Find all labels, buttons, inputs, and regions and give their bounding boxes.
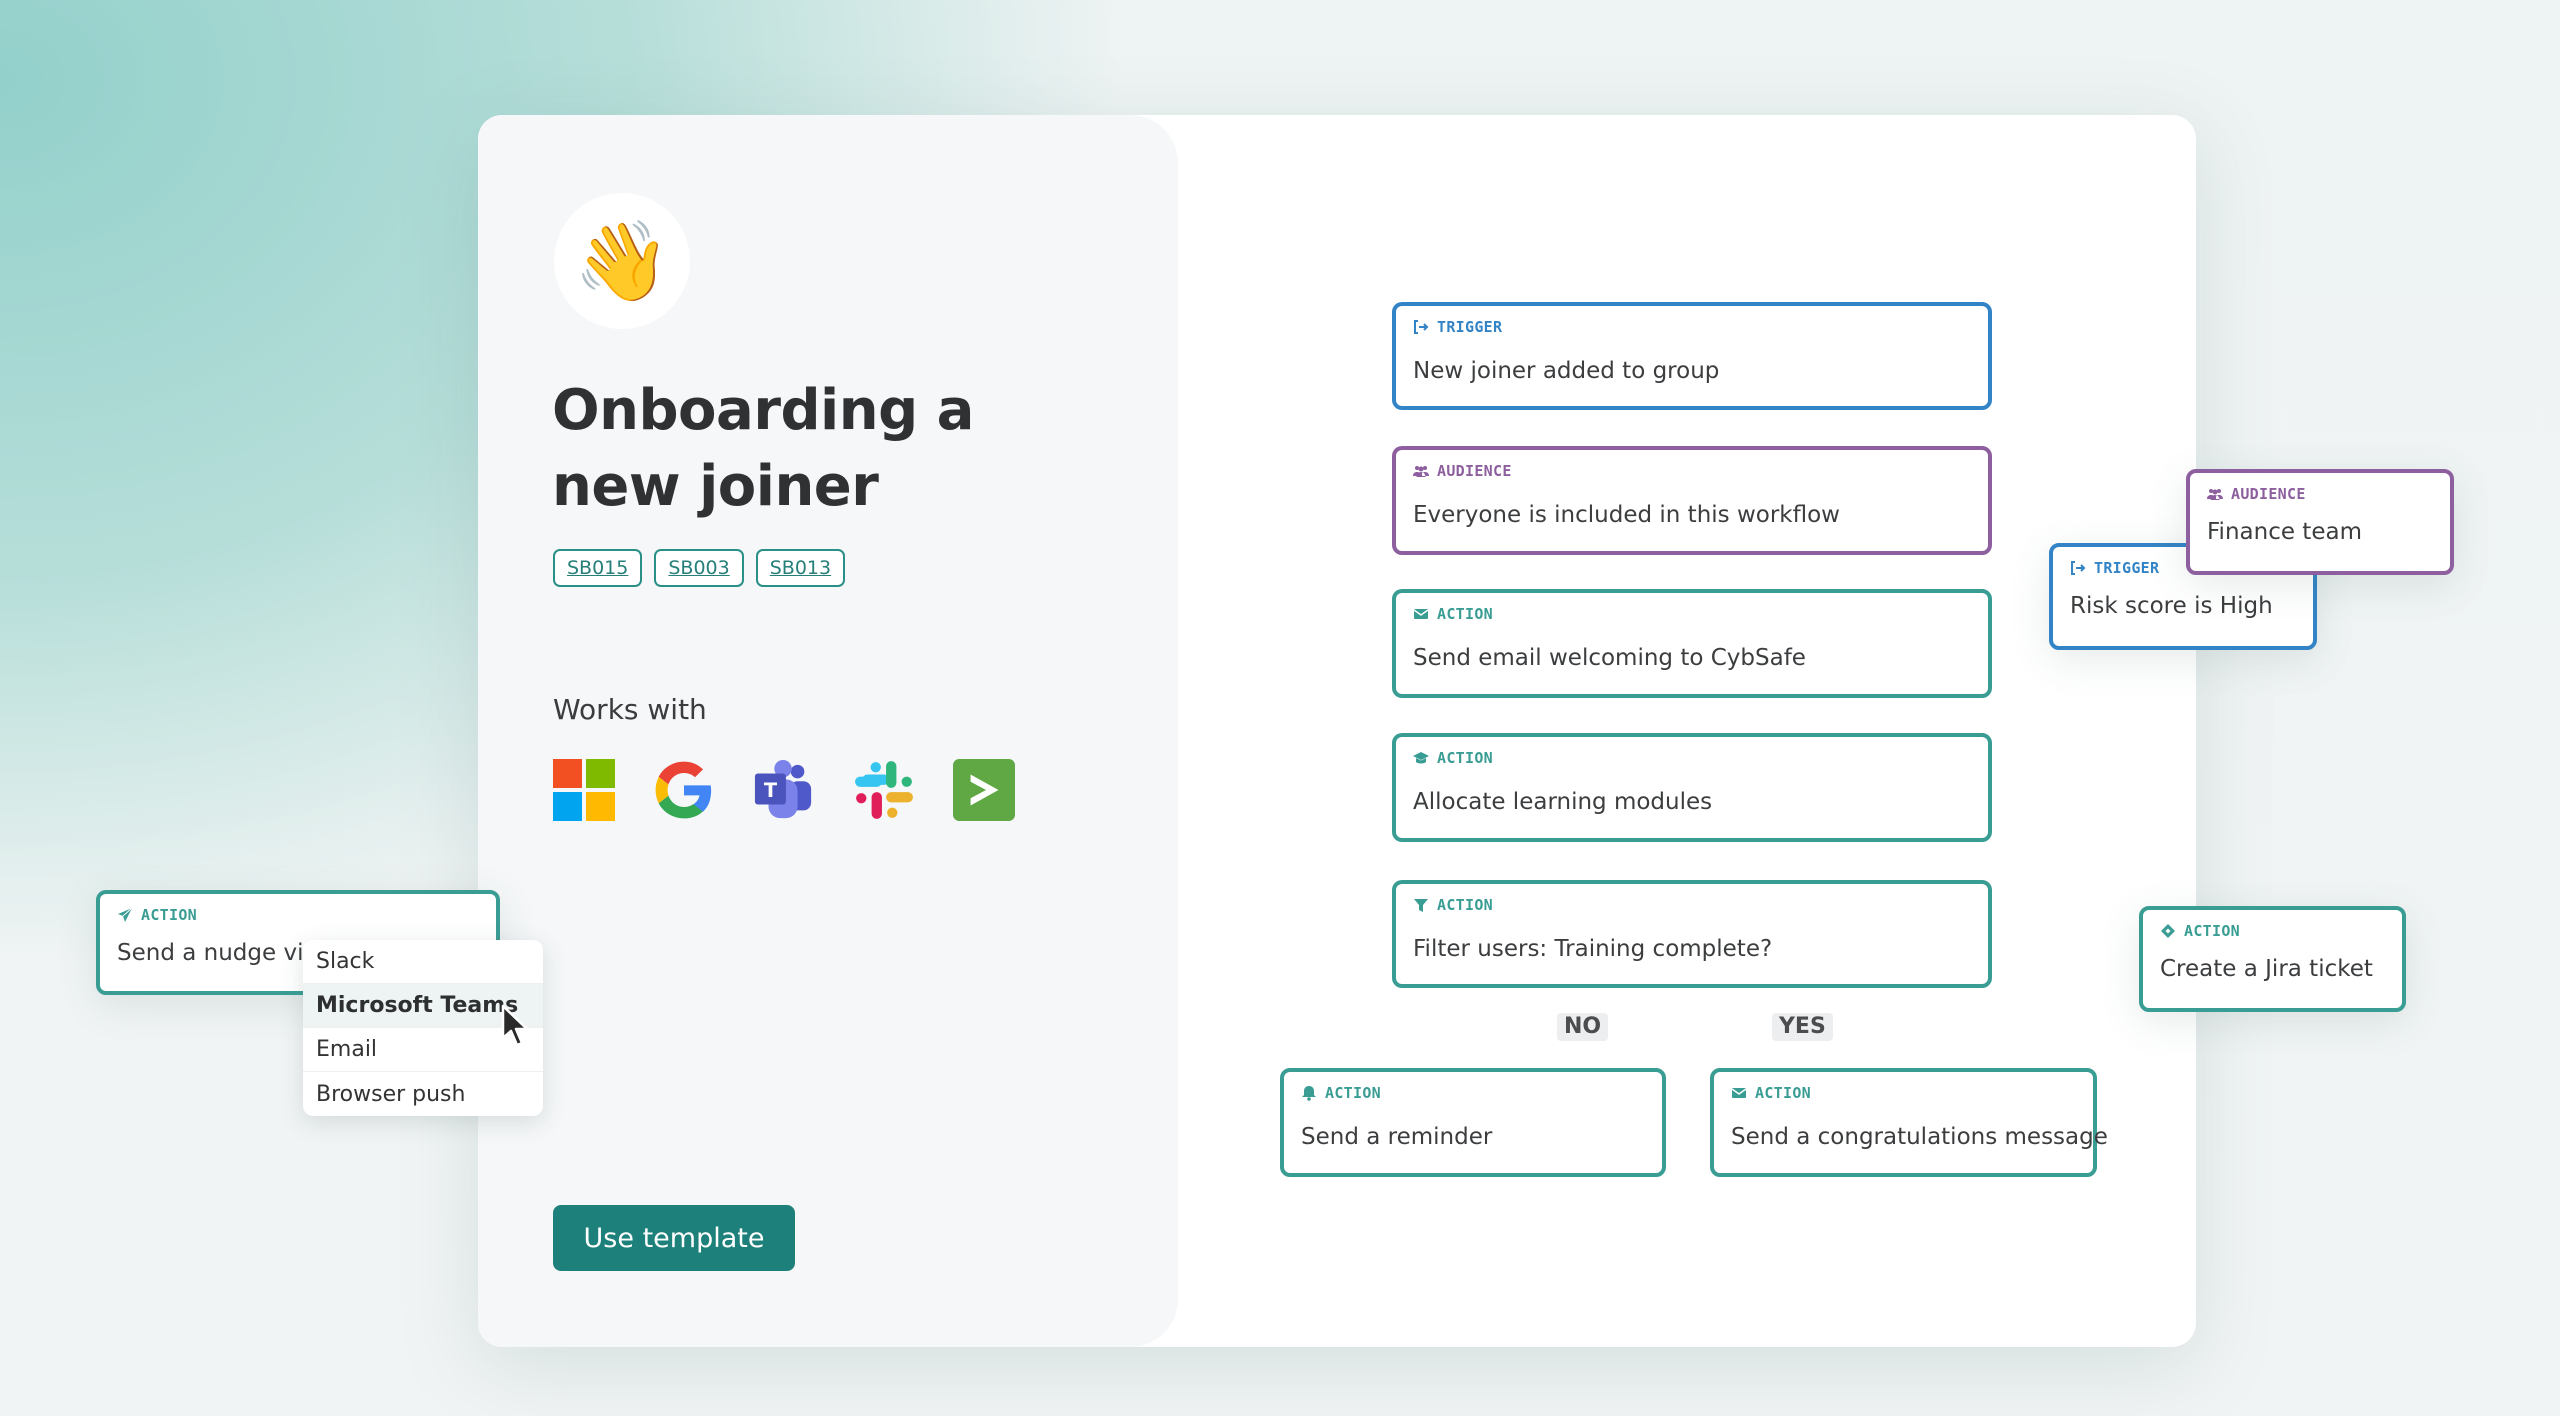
node-text: Send a congratulations message xyxy=(1731,1124,2108,1150)
tag-link[interactable]: SB015 xyxy=(553,549,643,587)
filter-icon xyxy=(1414,899,1428,912)
graduation-cap-icon xyxy=(1413,752,1429,764)
envelope-icon xyxy=(1413,609,1429,619)
sign-in-icon xyxy=(2071,561,2086,575)
paper-plane-icon xyxy=(118,907,133,922)
tag-link[interactable]: SB003 xyxy=(654,549,744,587)
workflow-node-send-email[interactable]: ACTION Send email welcoming to CybSafe xyxy=(1392,589,1992,698)
users-icon xyxy=(2207,489,2223,500)
dropdown-option-slack[interactable]: Slack xyxy=(303,940,543,984)
floating-card-audience[interactable]: AUDIENCE Finance team xyxy=(2186,469,2454,575)
node-type-label: ACTION xyxy=(1325,1084,1381,1102)
node-type-label: AUDIENCE xyxy=(1437,462,1512,480)
node-type-label: ACTION xyxy=(1437,749,1493,767)
node-type-label: ACTION xyxy=(2184,922,2240,940)
workflow-node-filter-users[interactable]: ACTION Filter users: Training complete? xyxy=(1392,880,1992,988)
node-text: Allocate learning modules xyxy=(1413,789,1713,815)
floating-card-jira[interactable]: ACTION Create a Jira ticket xyxy=(2139,906,2406,1012)
users-icon xyxy=(1413,466,1429,477)
jira-diamond-icon xyxy=(2161,924,2175,938)
workflow-node-send-reminder[interactable]: ACTION Send a reminder xyxy=(1280,1068,1666,1177)
node-type-label: TRIGGER xyxy=(1437,318,1503,336)
mouse-cursor-icon xyxy=(501,1004,529,1047)
workflow-node-trigger[interactable]: TRIGGER New joiner added to group xyxy=(1392,302,1992,410)
microsoft-logo-icon xyxy=(553,759,615,821)
envelope-icon xyxy=(1731,1088,1747,1098)
waving-hand-icon: 👋 xyxy=(554,193,690,329)
works-with-label: Works with xyxy=(553,693,707,726)
node-text: New joiner added to group xyxy=(1413,358,1720,384)
page-title: Onboarding a new joiner xyxy=(552,378,974,519)
node-type-label: ACTION xyxy=(1437,605,1493,623)
workflow-node-send-congratulations[interactable]: ACTION Send a congratulations message xyxy=(1710,1068,2108,1177)
microsoft-teams-logo-icon: T xyxy=(754,759,812,819)
node-type-label: ACTION xyxy=(141,906,197,924)
node-text: Finance team xyxy=(2207,519,2362,545)
use-template-button[interactable]: Use template xyxy=(553,1205,795,1271)
integration-logos: T xyxy=(553,759,1015,821)
node-text: Create a Jira ticket xyxy=(2160,956,2373,982)
tag-link[interactable]: SB013 xyxy=(755,549,846,587)
node-text: Send email welcoming to CybSafe xyxy=(1413,645,1806,671)
slack-logo-icon xyxy=(855,761,913,819)
node-type-label: ACTION xyxy=(1437,896,1493,914)
node-type-label: ACTION xyxy=(1755,1084,1811,1102)
node-text: Send a reminder xyxy=(1301,1124,1493,1150)
sign-in-icon xyxy=(1414,320,1429,334)
branch-yes-label: YES xyxy=(1772,1013,1833,1041)
tag-list: SB015 SB003 SB013 xyxy=(553,549,846,587)
workflow-node-allocate-modules[interactable]: ACTION Allocate learning modules xyxy=(1392,733,1992,842)
node-text: Filter users: Training complete? xyxy=(1413,936,1773,962)
node-text: Everyone is included in this workflow xyxy=(1413,502,1840,528)
node-type-label: AUDIENCE xyxy=(2231,485,2306,503)
splashtop-logo-icon xyxy=(953,759,1015,821)
bell-icon xyxy=(1302,1086,1316,1101)
svg-text:T: T xyxy=(764,779,778,802)
node-type-label: TRIGGER xyxy=(2094,559,2160,577)
dropdown-option-browser-push[interactable]: Browser push xyxy=(303,1072,543,1116)
node-text: Risk score is High xyxy=(2070,593,2273,619)
branch-no-label: NO xyxy=(1557,1013,1609,1041)
template-details-panel: 👋 Onboarding a new joiner SB015 SB003 SB… xyxy=(478,115,1178,1347)
google-logo-icon xyxy=(655,761,712,819)
workflow-node-audience[interactable]: AUDIENCE Everyone is included in this wo… xyxy=(1392,446,1992,555)
